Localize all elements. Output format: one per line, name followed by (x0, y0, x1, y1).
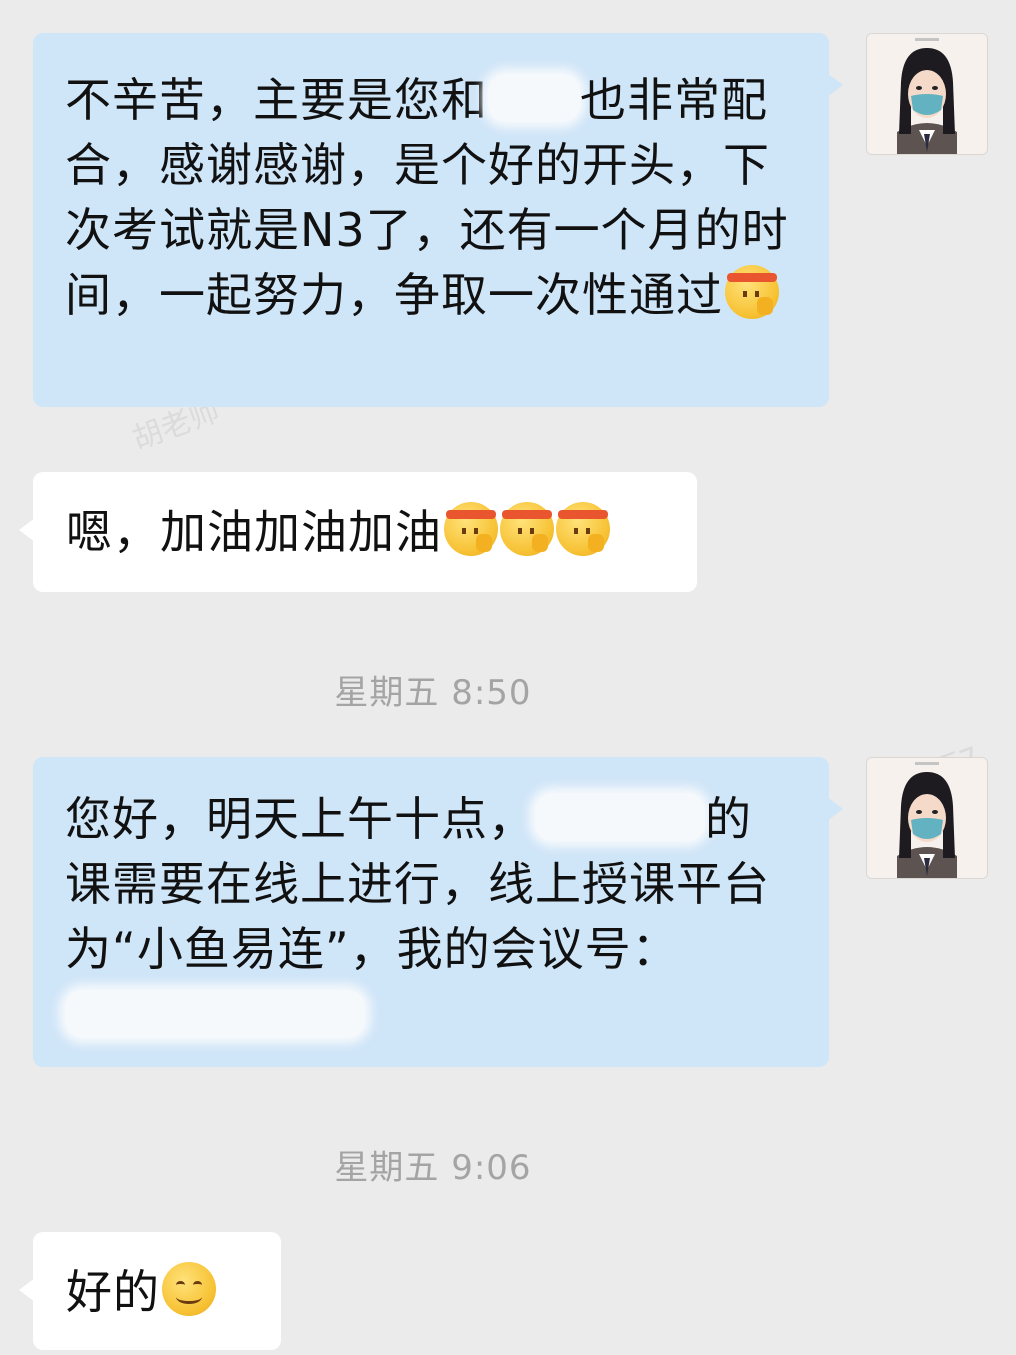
determined-face-emoji (444, 502, 498, 556)
chat-area[interactable]: 胡老师 西7 不辛苦，主要是您和也非常配合，感谢感谢，是个好的开头，下次考试就是… (0, 0, 1016, 1355)
teacher-avatar-icon (867, 34, 987, 154)
message-text: 您好，明天上午十点， (65, 792, 535, 846)
determined-face-emoji (500, 502, 554, 556)
timestamp: 星期五 8:50 (334, 673, 532, 713)
teacher-avatar-icon (867, 758, 987, 878)
message-bubble-received[interactable]: 嗯，加油加油加油 (19, 472, 697, 592)
message-text: 好的 (66, 1265, 160, 1319)
message-text: 嗯，加油加油加油 (66, 505, 442, 559)
message-bubble-received[interactable]: 好的 (19, 1232, 281, 1350)
redacted-meeting-number (65, 990, 365, 1038)
redacted-name (535, 793, 705, 841)
message-bubble-sent[interactable]: 不辛苦，主要是您和 也非常配合，感谢感谢，是个好的开头，下次考试就是N3了，还有一… (33, 33, 843, 407)
determined-face-emoji (556, 502, 610, 556)
redacted-name (488, 74, 580, 122)
sender-avatar[interactable] (866, 757, 988, 879)
determined-face-emoji (725, 265, 779, 319)
message-text: 不辛苦，主要是您和 (65, 73, 488, 127)
message-bubble-sent[interactable]: 您好，明天上午十点， 的课需要在线上进行，线上授课平台为“小鱼易连”，我的会议号： (33, 757, 843, 1067)
smiling-face-emoji (162, 1262, 216, 1316)
sender-avatar[interactable] (866, 33, 988, 155)
timestamp: 星期五 9:06 (334, 1148, 532, 1188)
